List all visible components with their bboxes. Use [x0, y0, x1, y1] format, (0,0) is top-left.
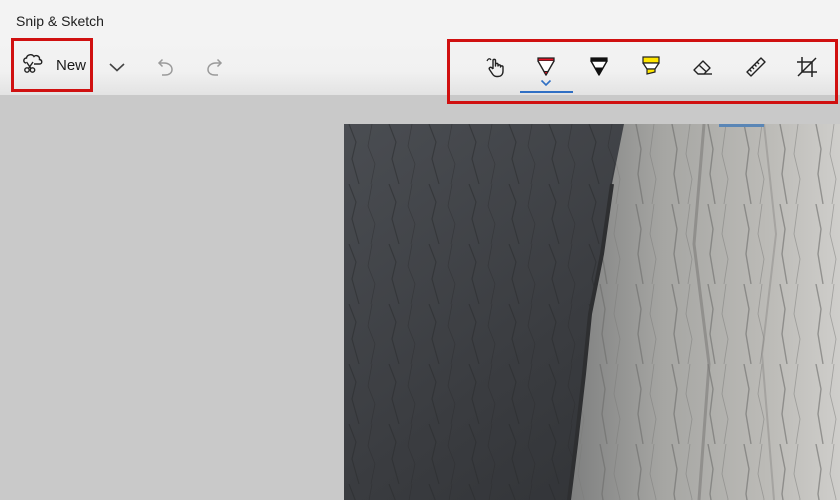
- title-bar: Snip & Sketch: [0, 0, 840, 42]
- crop-button[interactable]: [794, 56, 820, 82]
- crop-icon: [795, 55, 819, 84]
- new-options-dropdown[interactable]: [106, 56, 128, 82]
- touch-writing-icon: [484, 55, 508, 84]
- pencil-button[interactable]: [586, 56, 612, 82]
- new-snip-button[interactable]: New: [11, 38, 93, 92]
- chevron-down-icon: [108, 60, 126, 78]
- eraser-button[interactable]: [690, 56, 716, 82]
- redo-button[interactable]: [202, 55, 228, 81]
- ruler-icon: [744, 55, 768, 84]
- ruler-button[interactable]: [743, 56, 769, 82]
- highlighter-icon: [639, 55, 663, 84]
- new-button-label: New: [56, 56, 87, 74]
- undo-button[interactable]: [152, 55, 178, 81]
- eraser-icon: [691, 55, 715, 84]
- pencil-icon: [587, 55, 611, 84]
- snip-cloud-scissors-icon: [14, 50, 46, 81]
- redo-icon: [203, 54, 227, 83]
- app-title: Snip & Sketch: [16, 13, 104, 29]
- touch-writing-button[interactable]: [483, 56, 509, 82]
- active-tool-indicator: [520, 91, 573, 93]
- tool-options-chevron-icon[interactable]: [540, 79, 552, 87]
- highlighter-button[interactable]: [638, 55, 664, 84]
- undo-icon: [153, 54, 177, 83]
- captured-image[interactable]: [344, 124, 840, 500]
